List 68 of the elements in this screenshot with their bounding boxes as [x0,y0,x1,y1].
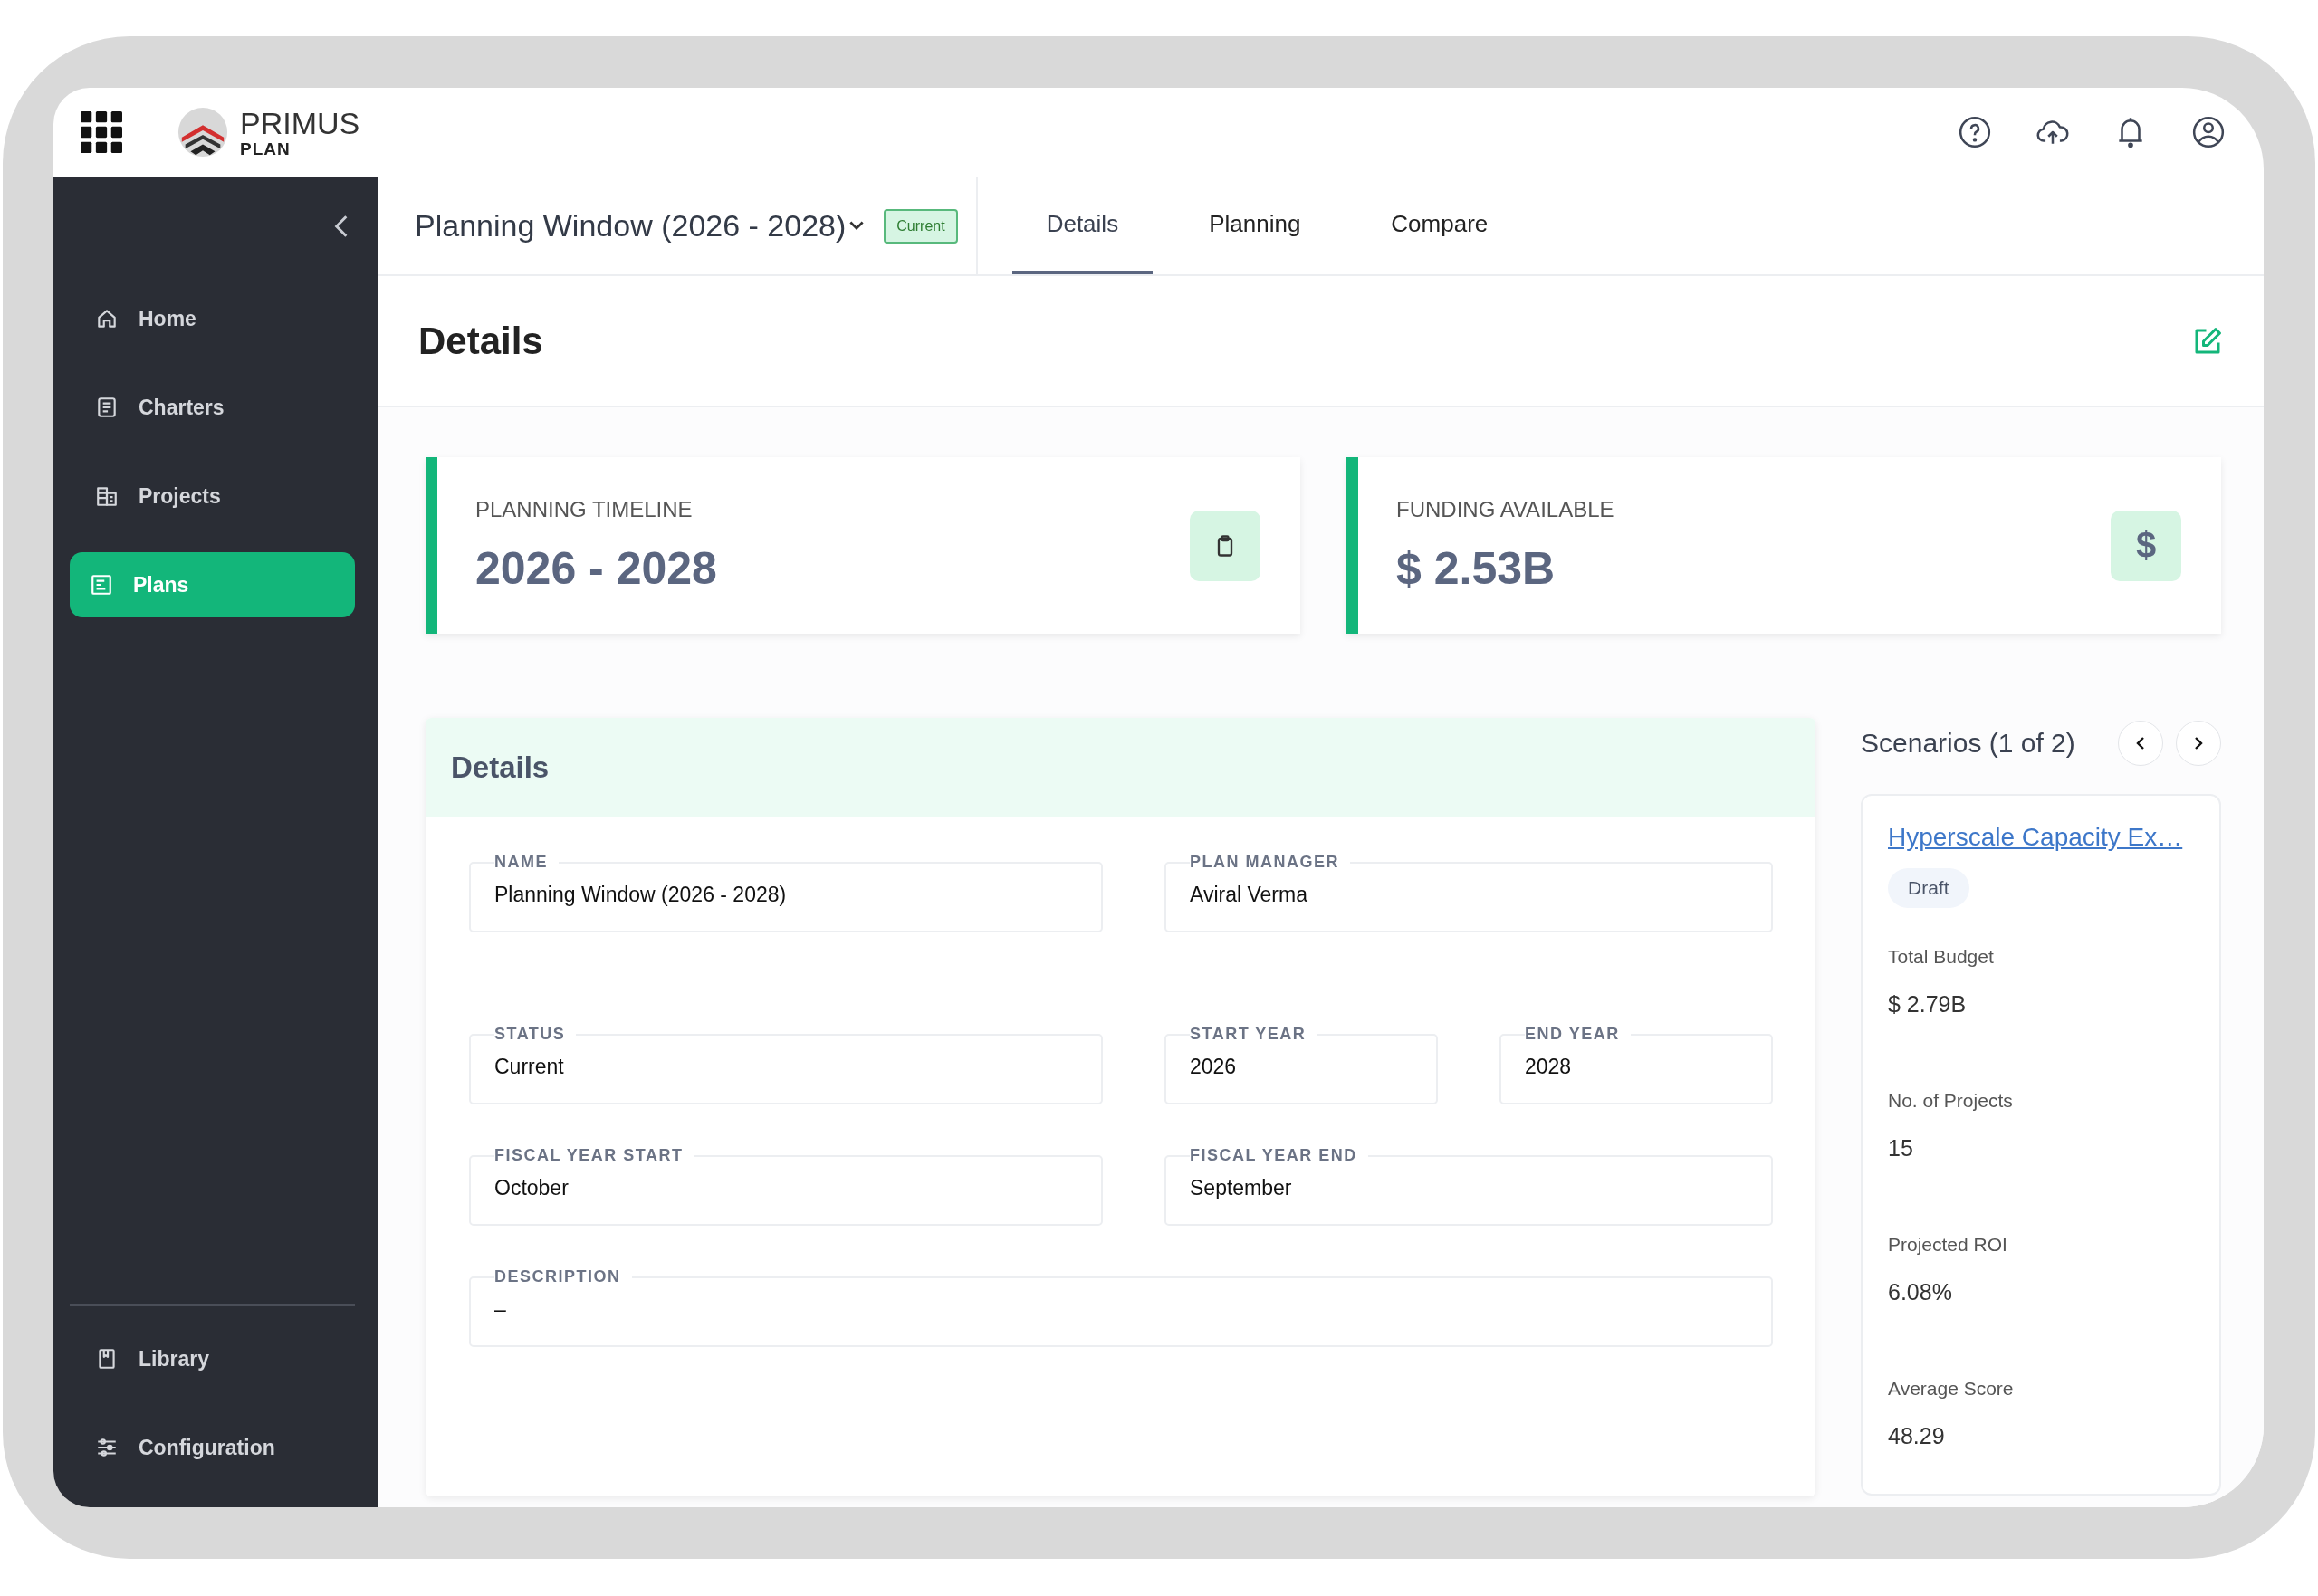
logo-title: PRIMUS [240,107,360,139]
field-label: NAME [494,853,549,872]
caret-icon [849,221,865,231]
field-value: Aviral Verma [1190,883,1308,907]
panel-title: Details [451,750,550,785]
building-icon [95,484,119,508]
text-field[interactable]: FISCAL YEAR END September [1164,1146,1773,1226]
metric-label: Total Budget [1888,946,1994,968]
field-value: September [1190,1176,1293,1200]
home-icon [95,307,119,330]
chevron-left-icon [2136,736,2145,750]
field-label: END YEAR [1525,1025,1621,1044]
metric-value: 6.08% [1888,1279,1953,1305]
text-field[interactable]: START YEAR 2026 [1164,1025,1438,1104]
stat-label: PLANNING TIMELINE [475,496,694,522]
logo-icon [177,106,229,158]
status-badge: Draft [1888,868,1969,908]
logo-subtitle: PLAN [240,139,292,158]
sidebar-item[interactable]: Library [70,1326,355,1391]
sidebar-item[interactable]: Configuration [70,1415,355,1480]
field-label: FISCAL YEAR END [1190,1146,1358,1165]
field-value: 2028 [1525,1055,1573,1079]
field-label: DESCRIPTION [494,1267,622,1286]
field-label: FISCAL YEAR START [494,1146,685,1165]
field-value: 2026 [1190,1055,1238,1079]
field-value: Planning Window (2026 - 2028) [494,883,788,907]
field-value: Current [494,1055,565,1079]
metric-value: 15 [1888,1135,1914,1161]
tab[interactable]: Details [1011,177,1154,274]
status-badge: Current [884,208,958,244]
metric-label: Average Score [1888,1378,2014,1400]
clipboard-icon [1190,510,1260,581]
scenarios-title: Scenarios (1 of 2) [1861,728,2075,759]
metric-label: No. of Projects [1888,1090,2013,1112]
sliders-icon [95,1436,119,1459]
dollar-icon: $ [2111,510,2181,581]
scenario-link[interactable]: Hyperscale Capacity Ex… [1888,823,2183,852]
field-value: October [494,1176,570,1200]
text-field[interactable]: END YEAR 2028 [1499,1025,1773,1104]
text-field[interactable]: NAME Planning Window (2026 - 2028) [469,853,1103,932]
metric-label: Projected ROI [1888,1234,2007,1256]
stat-value: $ 2.53B [1396,541,1557,595]
field-label: START YEAR [1190,1025,1307,1044]
field-value: – [494,1297,507,1322]
metric-value: 48.29 [1888,1423,1946,1449]
field-label: STATUS [494,1025,567,1044]
plan-dropdown[interactable]: Planning Window (2026 - 2028) [415,208,865,244]
app-grid-icon[interactable] [81,111,122,153]
user-icon[interactable] [2191,115,2226,149]
chevron-right-icon [2194,736,2203,750]
tab[interactable]: Compare [1356,177,1523,274]
sidebar-item[interactable]: Projects [70,464,355,529]
tab[interactable]: Planning [1174,177,1336,274]
text-field[interactable]: FISCAL YEAR START October [469,1146,1103,1226]
help-icon[interactable] [1958,115,1992,149]
text-field[interactable]: PLAN MANAGER Aviral Verma [1164,853,1773,932]
text-field[interactable]: STATUS Current [469,1025,1103,1104]
stat-value: 2026 - 2028 [475,541,717,595]
sidebar-item[interactable]: Charters [70,375,355,440]
page-title: Details [418,319,543,363]
collapse-chevron-icon[interactable] [334,214,349,239]
stat-label: FUNDING AVAILABLE [1396,496,1614,522]
sidebar-item[interactable]: Home [70,286,355,351]
text-field[interactable]: DESCRIPTION – [469,1267,1773,1347]
metric-value: $ 2.79B [1888,991,1968,1018]
list-icon [90,573,113,597]
document-icon [95,396,119,419]
field-label: PLAN MANAGER [1190,853,1340,872]
